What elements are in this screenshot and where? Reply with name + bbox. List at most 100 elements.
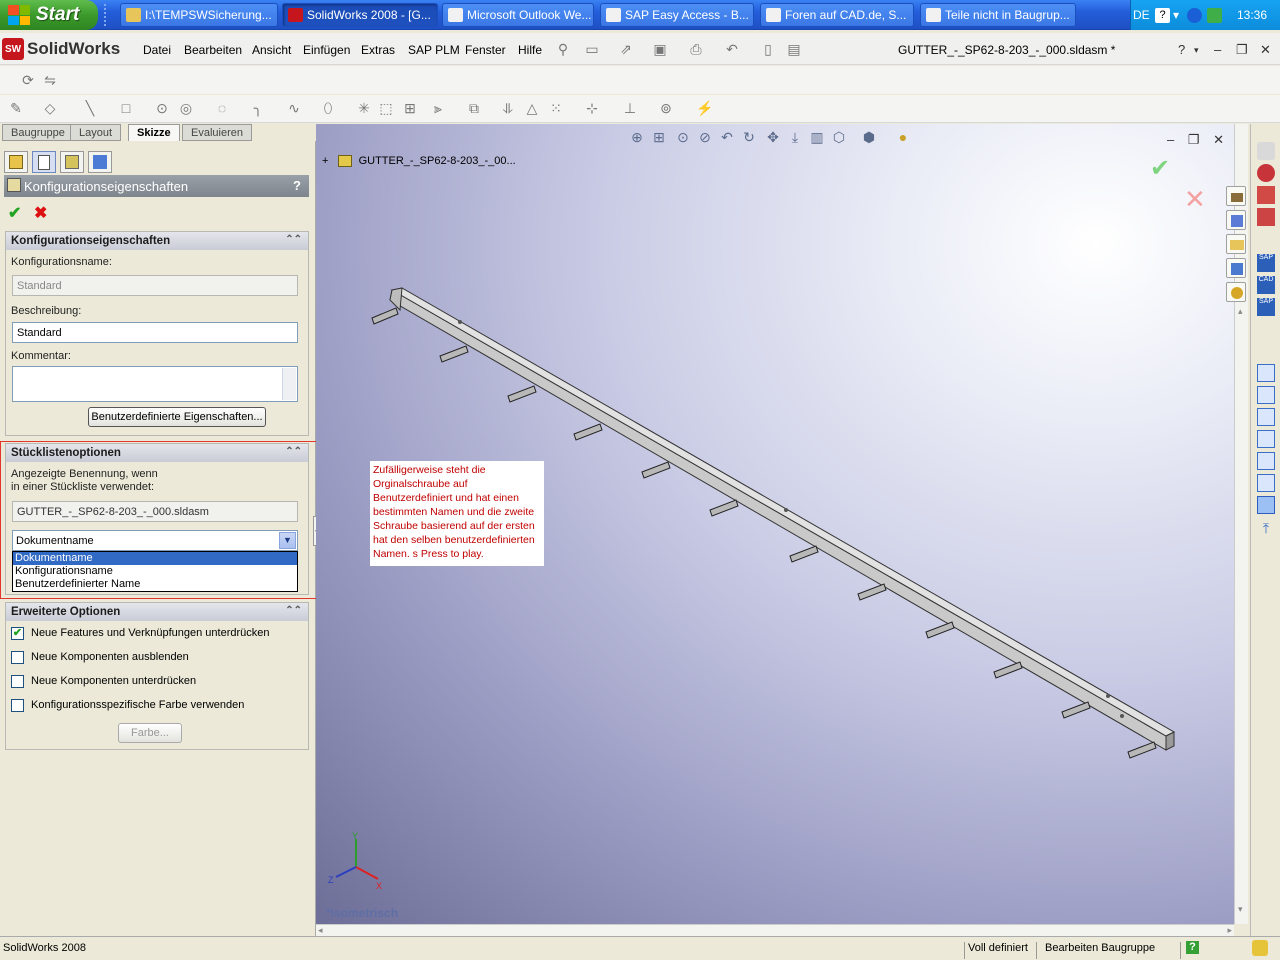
repair-icon[interactable]: ⊚ — [658, 100, 674, 116]
view-left-icon[interactable] — [1257, 408, 1275, 426]
menu-fenster[interactable]: Fenster — [465, 43, 506, 57]
smart-dimension-icon[interactable]: ◇ — [42, 100, 58, 116]
dimxpert-icon[interactable] — [88, 151, 112, 173]
task-explorer[interactable]: I:\TEMPSWSicherung... — [120, 3, 278, 27]
zoom-to-area-icon[interactable]: ⊞ — [650, 129, 668, 147]
quick-snaps-icon[interactable]: ⚡ — [696, 100, 713, 116]
checkbox-hide-components[interactable] — [11, 651, 24, 664]
move-entities-icon[interactable]: ⊹ — [584, 100, 600, 116]
save-icon[interactable]: ▣ — [652, 41, 668, 57]
spline-icon[interactable]: ∿ — [286, 100, 302, 116]
menu-hilfe[interactable]: Hilfe — [518, 43, 542, 57]
view-top-icon[interactable] — [1257, 452, 1275, 470]
pattern-icon[interactable]: ⁙ — [548, 100, 564, 116]
checkbox-suppress-features[interactable]: ✔ — [11, 627, 24, 640]
chevron-down-icon[interactable]: ▾ — [1194, 45, 1199, 56]
sap-dl-icon[interactable]: SAP — [1257, 298, 1275, 316]
view-back-icon[interactable] — [1257, 386, 1275, 404]
feature-manager-icon[interactable] — [4, 151, 28, 173]
restore-icon[interactable]: ❐ — [1236, 42, 1248, 58]
point-icon[interactable]: ✳ — [356, 100, 372, 116]
custom-properties-button[interactable]: Benutzerdefinierte Eigenschaften... — [88, 407, 266, 427]
view-isometric-icon[interactable] — [1257, 496, 1275, 514]
line-icon[interactable]: ╲ — [82, 100, 98, 116]
config-name-field[interactable]: Standard — [12, 275, 298, 296]
task-solidworks[interactable]: SolidWorks 2008 - [G... — [282, 3, 438, 27]
select-icon[interactable]: ▯ — [760, 41, 776, 57]
view-right-icon[interactable] — [1257, 430, 1275, 448]
rebuild-icon[interactable]: ⟳ — [20, 72, 36, 88]
menu-datei[interactable]: Datei — [143, 43, 171, 57]
slot-icon[interactable]: ⊙ — [154, 100, 170, 116]
minimize-icon[interactable]: – — [1167, 132, 1174, 147]
roll-view-icon[interactable]: ⤓ — [786, 129, 804, 147]
menu-bearbeiten[interactable]: Bearbeiten — [184, 43, 242, 57]
open-icon[interactable]: ⇗ — [618, 41, 634, 57]
graphics-area[interactable]: ⊕ ⊞ ⊙ ⊘ ↶ ↻ ✥ ⤓ ▥ ⬡ ⬢ ● + GUTTER_-_SP62-… — [316, 124, 1234, 924]
menu-extras[interactable]: Extras — [361, 43, 395, 57]
collapse-icon[interactable]: ⌃⌃ — [285, 605, 302, 616]
sap-tool-icon[interactable] — [1257, 142, 1275, 160]
new-document-icon[interactable]: ▭ — [584, 41, 600, 57]
scroll-right-icon[interactable]: ▸ — [1227, 925, 1232, 936]
previous-view-icon[interactable]: ↶ — [718, 129, 736, 147]
tab-skizze[interactable]: Skizze — [128, 124, 180, 141]
tag-icon[interactable] — [1252, 940, 1268, 956]
property-manager-icon[interactable] — [32, 151, 56, 173]
design-library-icon[interactable] — [1226, 210, 1246, 230]
ellipse-icon[interactable]: ⬯ — [320, 100, 336, 116]
view-palette-icon[interactable] — [1226, 258, 1246, 278]
scroll-left-icon[interactable]: ◂ — [318, 925, 323, 936]
zoom-to-selection-icon[interactable]: ⊘ — [696, 129, 714, 147]
ok-button[interactable]: ✔ — [8, 203, 21, 223]
view-bottom-icon[interactable] — [1257, 474, 1275, 492]
section-view-icon[interactable]: ▥ — [808, 129, 826, 147]
collapse-icon[interactable]: ⌃⌃ — [285, 234, 302, 245]
group-header[interactable]: Erweiterte Optionen ⌃⌃ — [6, 603, 308, 621]
arc-icon[interactable]: ◌ — [214, 100, 230, 116]
mirror-icon[interactable]: ⫸ — [430, 100, 446, 116]
rotate-view-icon[interactable]: ↻ — [740, 129, 758, 147]
start-button[interactable]: Start — [0, 0, 98, 30]
tab-layout[interactable]: Layout — [70, 124, 122, 141]
network-icon[interactable] — [1207, 8, 1222, 23]
sketch-icon[interactable]: ✎ — [8, 100, 24, 116]
task-forum-thread[interactable]: Teile nicht in Baugrup... — [920, 3, 1076, 27]
undo-icon[interactable]: ↶ — [724, 41, 740, 57]
menu-sap-plm[interactable]: SAP PLM — [408, 43, 460, 57]
pan-icon[interactable]: ✥ — [764, 129, 782, 147]
configuration-manager-icon[interactable] — [60, 151, 84, 173]
sap-connect-icon[interactable] — [1257, 164, 1275, 182]
centerline-icon[interactable]: ⬚ — [378, 100, 394, 116]
text-icon[interactable]: ⊞ — [402, 100, 418, 116]
mate-icon[interactable]: ⇋ — [42, 72, 58, 88]
circle-icon[interactable]: ◎ — [178, 100, 194, 116]
menu-einfuegen[interactable]: Einfügen — [303, 43, 350, 57]
menu-ansicht[interactable]: Ansicht — [252, 43, 291, 57]
help-menu-icon[interactable]: ? — [1178, 42, 1185, 57]
task-sap[interactable]: SAP Easy Access - B... — [600, 3, 754, 27]
minimize-icon[interactable]: – — [1214, 42, 1221, 57]
close-icon[interactable]: ✕ — [1260, 42, 1271, 58]
print-icon[interactable]: ⎙ — [688, 41, 704, 57]
help-tray-icon[interactable]: ? — [1155, 8, 1170, 23]
checkbox-config-color[interactable] — [11, 699, 24, 712]
sap-st-icon[interactable]: SAP — [1257, 254, 1275, 272]
help-icon[interactable]: ? — [293, 178, 301, 193]
tree-item-assembly[interactable]: GUTTER_-_SP62-8-203_-_00... — [359, 155, 516, 167]
fillet-icon[interactable]: ╮ — [250, 100, 266, 116]
group-header[interactable]: Konfigurationseigenschaften ⌃⌃ — [6, 232, 308, 250]
zoom-in-out-icon[interactable]: ⊙ — [674, 129, 692, 147]
cad-st-icon[interactable]: CAD — [1257, 276, 1275, 294]
file-explorer-icon[interactable] — [1226, 234, 1246, 254]
sap-transfer-icon[interactable] — [1257, 186, 1275, 204]
color-button[interactable]: Farbe... — [118, 723, 182, 743]
display-style-icon[interactable]: ⬢ — [860, 129, 878, 147]
normal-to-icon[interactable]: ⤒ — [1257, 520, 1275, 538]
checkbox-suppress-components[interactable] — [11, 675, 24, 688]
comment-scrollbar[interactable] — [282, 368, 296, 400]
tree-expand-icon[interactable]: + — [322, 155, 328, 167]
language-indicator[interactable]: DE — [1133, 8, 1150, 22]
description-field[interactable]: Standard — [12, 322, 298, 343]
offset-icon[interactable]: ⧉ — [466, 100, 482, 116]
